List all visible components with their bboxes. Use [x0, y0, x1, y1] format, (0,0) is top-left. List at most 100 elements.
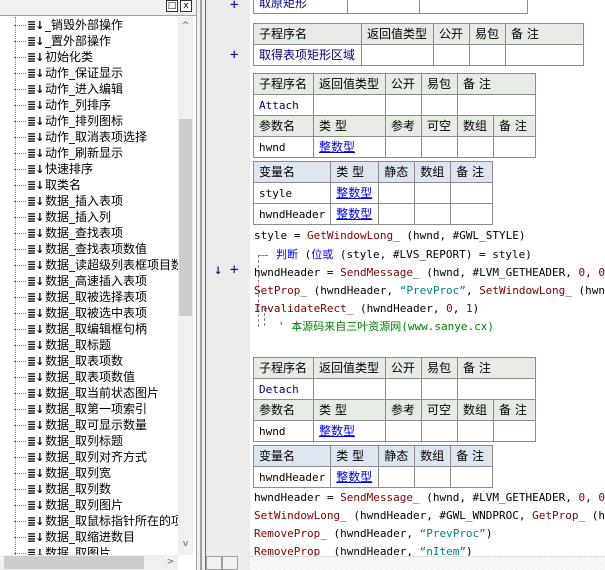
var-type-link[interactable]: 整数型	[336, 186, 372, 200]
tree-item[interactable]: ≣↓ 动作_列排序	[14, 97, 111, 113]
col-header: 静态	[378, 161, 416, 183]
tree-item[interactable]: ≣↓ 数据_取缩进数目	[14, 529, 135, 545]
var-name[interactable]: style	[252, 182, 332, 204]
tree-item[interactable]: ≣↓ 动作_进入编辑	[14, 81, 123, 97]
col-header: 公开	[433, 23, 470, 45]
method-icon: ≣↓	[27, 162, 44, 176]
code-line[interactable]: hwndHeader = SendMessage_ (hwnd, #LVM_GE…	[254, 266, 605, 280]
panel-splitter[interactable]	[196, 0, 206, 570]
tree-item[interactable]: ≣↓ 数据_查找表项	[14, 225, 123, 241]
tree-connector	[14, 169, 26, 170]
tree-item[interactable]: ≣↓ 取类名	[14, 177, 81, 193]
tree-item-label: 数据_取标题	[45, 338, 112, 352]
tree-item[interactable]: ≣↓ 数据_取列数	[14, 481, 111, 497]
method-icon: ≣↓	[27, 338, 44, 352]
expand-plus-icon[interactable]: +	[230, 263, 238, 277]
tree-item[interactable]: ≣↓ 初始化类	[14, 49, 93, 65]
code-line[interactable]: RemoveProp_ (hwndHeader, “PrevProc”)	[254, 527, 492, 541]
tree-item[interactable]: ≣↓ 快速排序	[14, 161, 93, 177]
param-type-link[interactable]: 整数型	[319, 140, 355, 154]
code-line[interactable]: InvalidateRect_ (hwndHeader, 0, 1)	[254, 302, 479, 316]
procedure-tree-list: ≣↓ _销毁外部操作 ≣↓ _置外部操作 ≣↓ 初始化类 ≣↓ 动作_保证显示 ≣↓ 动作_进入编…	[0, 17, 178, 555]
tree-item[interactable]: ≣↓ 动作_排列图标	[14, 113, 123, 129]
subroutine-table-prev: 取原矩形	[253, 0, 528, 14]
tree-item[interactable]: ≣↓ 数据_取列对齐方式	[14, 449, 147, 465]
tree-item[interactable]: ≣↓ 数据_取编辑框句柄	[14, 321, 147, 337]
tree-item[interactable]: ≣↓ 数据_取列标题	[14, 433, 123, 449]
restore-button[interactable]: □	[166, 0, 178, 12]
tree-item[interactable]: ≣↓ 数据_读超级列表框项目数	[14, 257, 178, 273]
tree-vertical-scrollbar[interactable]: ^ v	[178, 17, 193, 555]
tree-item[interactable]: ≣↓ _置外部操作	[14, 33, 111, 49]
subroutine-name[interactable]: 取原矩形	[253, 0, 348, 14]
tree-item[interactable]: ≣↓ 数据_取被选中表项	[14, 305, 147, 321]
tree-item[interactable]: ≣↓ 数据_取可显示数量	[14, 417, 147, 433]
param-name[interactable]: hwnd	[253, 136, 314, 158]
scroll-right-icon[interactable]: >	[163, 555, 178, 570]
subroutine-name[interactable]: 取得表项矩形区域	[253, 44, 362, 66]
tree-item[interactable]: ≣↓ 数据_取列宽	[14, 465, 111, 481]
tree-item[interactable]: ≣↓ _销毁外部操作	[14, 17, 123, 33]
tree-connector	[14, 265, 26, 266]
param-type-link[interactable]: 整数型	[319, 424, 355, 438]
tree-item[interactable]: ≣↓ 数据_取标题	[14, 337, 111, 353]
tree-item[interactable]: ≣↓ 数据_取第一项索引	[14, 401, 147, 417]
tree-item[interactable]: ≣↓ 动作_取消表项选择	[14, 129, 147, 145]
code-line[interactable]: hwndHeader = SendMessage_ (hwnd, #LVM_GE…	[254, 491, 605, 505]
scroll-up-icon[interactable]: ^	[178, 19, 193, 34]
tree-item[interactable]: ≣↓ 数据_取表项数值	[14, 369, 135, 385]
code-comment-line[interactable]: ' 本源码来自三叶资源网(www.sanye.cx)	[278, 320, 494, 334]
col-header: 参数名	[253, 399, 314, 421]
subroutine-name[interactable]: Detach	[253, 378, 314, 400]
tree-item[interactable]: ≣↓ 数据_取列图片	[14, 497, 123, 513]
tree-connector	[14, 457, 26, 458]
breakpoint-arrow-icon[interactable]: ↓	[214, 263, 222, 277]
code-line[interactable]: 判断 (位或 (style, #LVS_REPORT) = style)	[276, 248, 532, 262]
tree-item[interactable]: ≣↓ 数据_取被选择表项	[14, 289, 147, 305]
tree-item[interactable]: ≣↓ 数据_取图片	[14, 545, 111, 555]
tree-item[interactable]: ≣↓ 数据_查找表项数值	[14, 241, 147, 257]
tree-item[interactable]: ≣↓ 数据_插入表项	[14, 193, 123, 209]
tree-item-label: 数据_取列标题	[45, 434, 124, 448]
editor-horizontal-scrollbar[interactable]	[250, 556, 605, 570]
code-line[interactable]: SetProp_ (hwndHeader, “PrevProc”, SetWin…	[254, 284, 605, 298]
tree-item[interactable]: ≣↓ 数据_取鼠标指针所在的项	[14, 513, 178, 529]
tree-vscroll-thumb[interactable]	[179, 119, 192, 316]
tree-item[interactable]: ≣↓ 数据_插入列	[14, 209, 111, 225]
tree-item-label: 动作_取消表项选择	[45, 130, 148, 144]
method-icon: ≣↓	[27, 50, 44, 64]
var-type-link[interactable]: 整数型	[336, 207, 372, 221]
tree-horizontal-scrollbar[interactable]: >	[0, 555, 178, 570]
param-name[interactable]: hwnd	[253, 420, 314, 442]
var-name[interactable]: hwndHeader	[252, 203, 332, 225]
tree-item[interactable]: ≣↓ 数据_取当前状态图片	[14, 385, 159, 401]
expand-plus-icon[interactable]: +	[230, 48, 238, 62]
tree-item[interactable]: ≣↓ 动作_保证显示	[14, 65, 123, 81]
code-editor[interactable]: 取原矩形 子程序名 返回值类型 公开 易包 备 注 取得表项矩形区域 子程序名 …	[250, 0, 605, 570]
tree-connector	[14, 25, 26, 26]
col-header: 公开	[385, 357, 422, 379]
col-header: 易包	[421, 73, 458, 95]
tree-item-label: 数据_取可显示数量	[45, 418, 148, 432]
code-line[interactable]: style = GetWindowLong_ (hwnd, #GWL_STYLE…	[254, 229, 526, 243]
tree-item[interactable]: ≣↓ 动作_刷新显示	[14, 145, 123, 161]
tree-hscroll-thumb[interactable]	[4, 556, 144, 569]
var-name[interactable]: hwndHeader	[252, 466, 332, 488]
subroutine-name[interactable]: Attach	[253, 94, 314, 116]
tree-connector	[14, 345, 26, 346]
tree-connector	[14, 505, 26, 506]
code-line[interactable]: SetWindowLong_ (hwndHeader, #GWL_WNDPROC…	[254, 509, 605, 523]
var-type-link[interactable]: 整数型	[336, 470, 372, 484]
expand-plus-icon[interactable]: +	[230, 0, 238, 12]
tree-item[interactable]: ≣↓ 数据_取表项数	[14, 353, 123, 369]
method-icon: ≣↓	[27, 114, 44, 128]
method-icon: ≣↓	[27, 546, 44, 556]
col-header: 易包	[421, 357, 458, 379]
close-button[interactable]: x	[180, 0, 192, 12]
editor-scroll-left-button[interactable]	[206, 556, 222, 570]
tree-item-label: 动作_刷新显示	[45, 146, 124, 160]
editor-scroll-right-button[interactable]	[222, 556, 238, 570]
tree-item-label: 数据_查找表项	[45, 226, 124, 240]
scroll-down-icon[interactable]: v	[178, 537, 193, 552]
tree-item[interactable]: ≣↓ 数据_高速插入表项	[14, 273, 147, 289]
